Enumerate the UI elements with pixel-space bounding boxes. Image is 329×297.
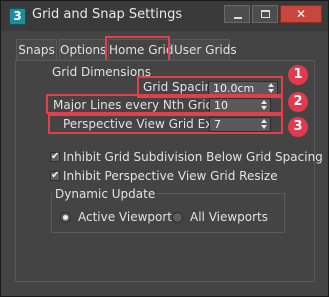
spinner-arrows-icon[interactable] (261, 100, 268, 111)
grid-dimensions-group-label: Grid Dimensions (52, 65, 152, 79)
tab-home-grid[interactable]: Home Grid (108, 39, 173, 62)
annotation-badge-3: 3 (288, 117, 308, 137)
grid-spacing-spinner[interactable]: 10.0cm (208, 81, 278, 96)
annotation-badge-2: 2 (288, 92, 308, 112)
maximize-icon (261, 10, 270, 18)
tab-user-grids[interactable]: User Grids (173, 39, 237, 61)
major-lines-spinner[interactable]: 10 (209, 98, 271, 113)
spin-down-icon[interactable] (261, 106, 267, 110)
inhibit-subdivision-checkbox[interactable]: ✔ (50, 152, 60, 162)
app-icon: 3 (9, 8, 26, 25)
tab-snaps[interactable]: Snaps (16, 39, 57, 61)
tab-options[interactable]: Options (59, 39, 106, 61)
minimize-icon (234, 17, 242, 19)
spin-up-icon[interactable] (261, 119, 267, 123)
spinner-arrows-icon[interactable] (268, 83, 275, 94)
major-lines-value: 10 (214, 99, 228, 112)
window-title: Grid and Snap Settings (32, 7, 183, 22)
perspective-extent-value: 7 (214, 118, 221, 131)
spin-up-icon[interactable] (268, 83, 274, 87)
inhibit-perspective-resize-checkbox[interactable]: ✔ (50, 171, 60, 181)
active-viewport-label: Active Viewport (78, 210, 173, 224)
grid-and-snap-settings-dialog: 3 Grid and Snap Settings ✕ Snaps Options… (0, 0, 329, 297)
close-button[interactable]: ✕ (280, 5, 322, 23)
maximize-button[interactable] (252, 5, 278, 23)
spinner-arrows-icon[interactable] (261, 119, 268, 130)
inhibit-perspective-resize-label: Inhibit Perspective View Grid Resize (63, 169, 278, 183)
inhibit-subdivision-label: Inhibit Grid Subdivision Below Grid Spac… (63, 150, 323, 164)
dynamic-update-group-label: Dynamic Update (53, 187, 158, 201)
active-viewport-radio[interactable] (60, 212, 71, 223)
window-controls: ✕ (222, 5, 322, 25)
close-icon: ✕ (295, 7, 307, 21)
all-viewports-radio[interactable] (172, 212, 183, 223)
annotation-badge-1: 1 (288, 65, 308, 85)
spin-up-icon[interactable] (261, 100, 267, 104)
title-bar[interactable]: 3 Grid and Snap Settings ✕ (1, 1, 328, 31)
spin-down-icon[interactable] (261, 125, 267, 129)
grid-spacing-value: 10.0cm (213, 82, 255, 95)
perspective-extent-spinner[interactable]: 7 (209, 117, 271, 132)
minimize-button[interactable] (224, 5, 250, 23)
all-viewports-label: All Viewports (190, 210, 269, 224)
spin-down-icon[interactable] (268, 89, 274, 93)
